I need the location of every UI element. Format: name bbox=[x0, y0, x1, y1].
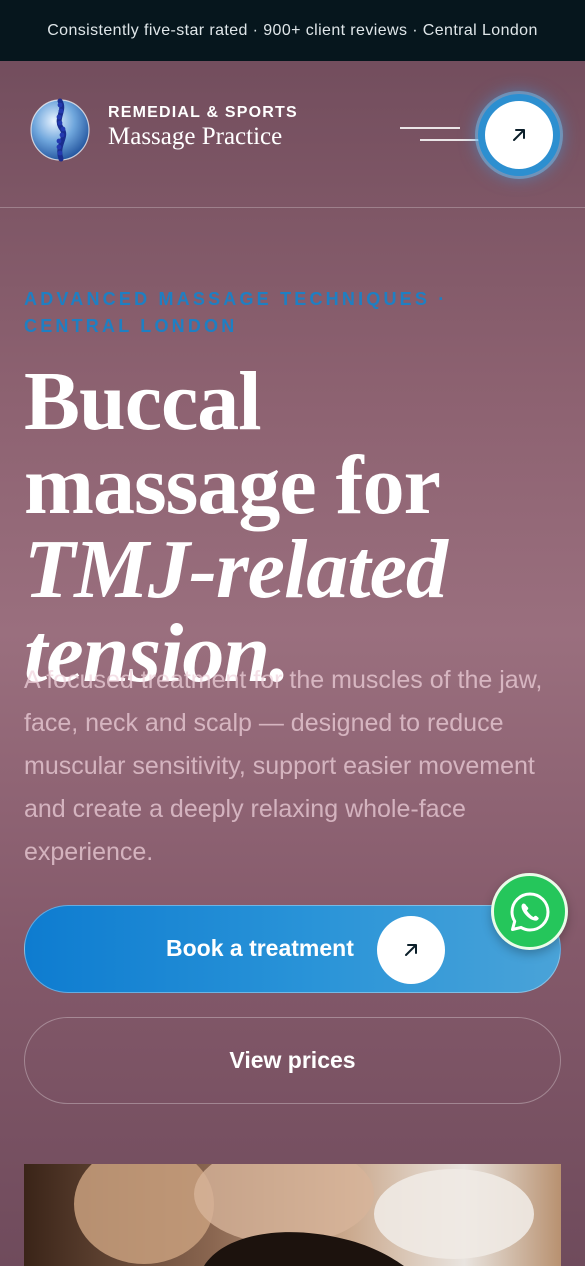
brand-line-2[interactable]: Massage Practice bbox=[108, 123, 282, 151]
whatsapp-button[interactable] bbox=[491, 873, 568, 950]
headline-text: Buccal massage for bbox=[24, 355, 439, 532]
arrow-up-right-icon bbox=[513, 129, 525, 141]
book-button-label: Book a treatment bbox=[166, 935, 354, 961]
hero-eyebrow: ADVANCED MASSAGE TECHNIQUES · CENTRAL LO… bbox=[24, 289, 448, 336]
arrow-up-right-icon bbox=[405, 944, 417, 956]
hero-headline: Buccal massage for TMJ-related tension. bbox=[24, 360, 564, 696]
menu-button[interactable] bbox=[478, 94, 560, 176]
hero-description: A focused treatment for the muscles of t… bbox=[24, 666, 543, 866]
menu-lines-icon[interactable] bbox=[400, 125, 480, 145]
book-arrow-circle bbox=[377, 916, 445, 984]
prices-button-label: View prices bbox=[229, 1047, 356, 1073]
announcement-bar: Consistently five-star rated · 900+ clie… bbox=[0, 0, 585, 61]
book-treatment-button[interactable]: Book a treatment bbox=[24, 905, 561, 993]
logo-icon[interactable] bbox=[30, 97, 90, 163]
whatsapp-icon bbox=[510, 892, 549, 931]
site-header: REMEDIAL & SPORTS Massage Practice bbox=[0, 61, 585, 208]
hero-photo bbox=[24, 1164, 561, 1266]
view-prices-button[interactable]: View prices bbox=[24, 1017, 561, 1104]
brand-line-1[interactable]: REMEDIAL & SPORTS bbox=[108, 104, 298, 122]
announcement-text: Consistently five-star rated · 900+ clie… bbox=[47, 21, 538, 39]
